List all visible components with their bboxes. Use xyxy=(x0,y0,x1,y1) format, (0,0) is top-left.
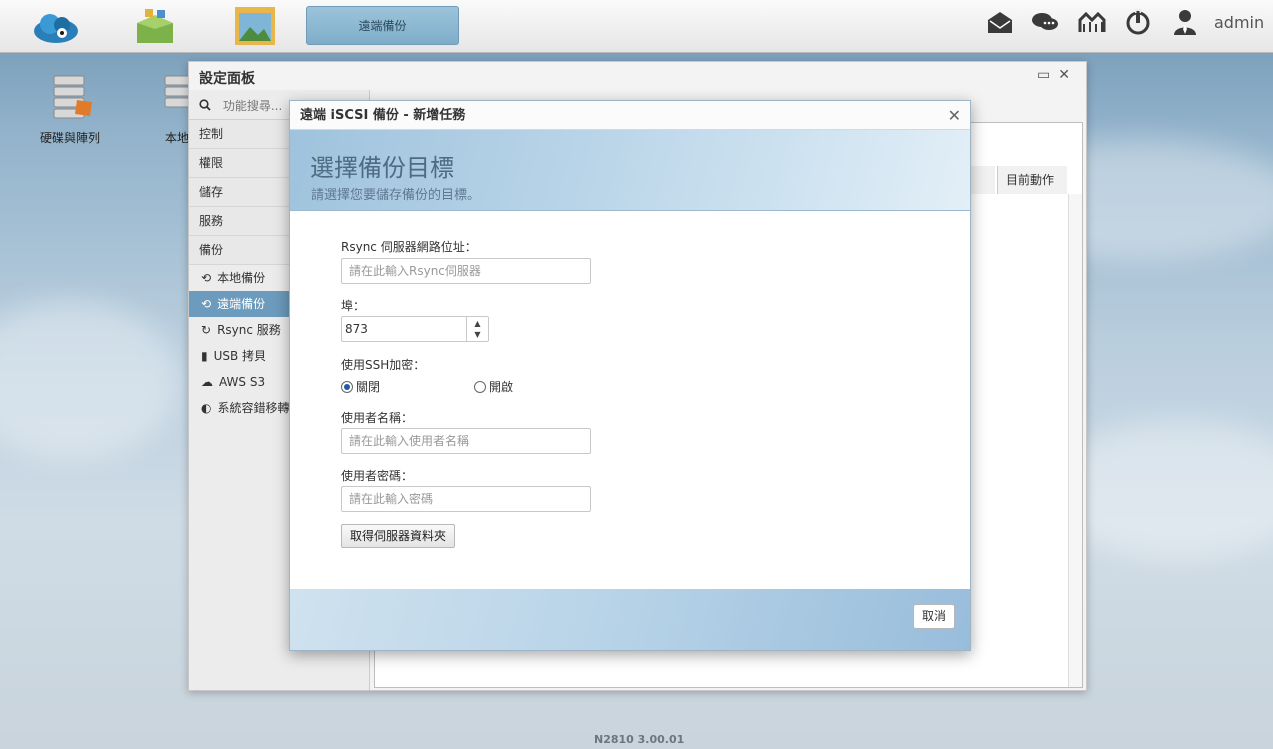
power-icon[interactable] xyxy=(1124,8,1152,36)
sidebar-item-label: 本地備份 xyxy=(217,271,266,285)
port-value: 873 xyxy=(345,322,368,336)
close-icon[interactable]: ✕ xyxy=(948,101,961,130)
window-controls: ▭✕ xyxy=(1037,67,1078,83)
get-server-folder-button[interactable]: 取得伺服器資料夾 xyxy=(341,524,456,548)
sync-icon: ↻ xyxy=(201,323,212,337)
active-task-button[interactable]: 遠端備份 xyxy=(306,6,459,45)
disk-stack-icon xyxy=(53,75,92,119)
ssh-off-radio[interactable]: 關閉 xyxy=(341,378,380,395)
backup-icon: ⟲ xyxy=(201,271,212,285)
usb-icon: ▮ xyxy=(201,349,208,363)
desktop-icon-disk-raid[interactable]: 硬碟與陣列 xyxy=(35,72,105,146)
desktop-icon-label: 硬碟與陣列 xyxy=(39,131,100,145)
radio-label: 關閉 xyxy=(356,380,381,394)
radio-unselected-icon xyxy=(474,380,486,393)
sidebar-item-label: Rsync 服務 xyxy=(217,323,281,337)
background-cloud xyxy=(0,300,180,460)
desktop-icon-local[interactable]: 本地 xyxy=(140,72,190,146)
sidebar-item-label: USB 拷貝 xyxy=(213,349,267,363)
port-label: 埠： xyxy=(341,299,366,313)
search-placeholder: 功能搜尋... xyxy=(222,99,283,113)
ssh-label: 使用SSH加密： xyxy=(341,358,426,372)
close-icon[interactable]: ✕ xyxy=(1058,67,1078,83)
step-title: 選擇備份目標 xyxy=(310,154,454,182)
port-stepper[interactable]: 873 ▲ ▼ xyxy=(341,316,489,342)
chat-icon[interactable] xyxy=(1031,8,1059,36)
search-icon xyxy=(199,99,215,113)
dialog-title-bar: 遠端 iSCSI 備份 - 新增任務 ✕ xyxy=(290,101,970,130)
dialog-banner: 選擇備份目標 請選擇您要儲存備份的目標。 xyxy=(290,130,970,211)
remote-backup-icon: ⟲ xyxy=(201,297,212,311)
ssh-radio-group: 關閉 開啟 xyxy=(341,378,591,396)
sidebar-item-label: 系統容錯移轉 xyxy=(217,401,290,415)
settings-title: 設定面板 xyxy=(199,71,255,87)
monitor-icon[interactable] xyxy=(1078,8,1106,36)
target-form: Rsync 伺服器網路位址： 請在此輸入Rsync伺服器 埠： 873 ▲ ▼ 使… xyxy=(341,238,591,548)
cloud-icon: ☁ xyxy=(201,375,213,389)
radio-label: 開啟 xyxy=(489,380,514,394)
stepper-arrows-icon[interactable]: ▲ ▼ xyxy=(466,317,488,341)
user-name[interactable]: admin xyxy=(1214,13,1264,32)
ssh-on-radio[interactable]: 開啟 xyxy=(474,378,513,395)
server-address-label: Rsync 伺服器網路位址： xyxy=(341,240,477,254)
maximize-icon[interactable]: ▭ xyxy=(1037,67,1058,83)
server-address-input[interactable]: 請在此輸入Rsync伺服器 xyxy=(341,258,591,284)
cloud-app-icon[interactable] xyxy=(32,5,80,47)
sidebar-item-label: 遠端備份 xyxy=(217,297,266,311)
dialog-footer: 取消 xyxy=(290,589,970,650)
sidebar-item-label: AWS S3 xyxy=(219,375,266,389)
dialog-title: 遠端 iSCSI 備份 - 新增任務 xyxy=(300,108,466,123)
password-label: 使用者密碼： xyxy=(341,469,414,483)
user-icon[interactable] xyxy=(1171,8,1199,36)
password-input[interactable]: 請在此輸入密碼 xyxy=(341,486,591,512)
failover-icon: ◐ xyxy=(201,401,212,415)
app-center-icon[interactable] xyxy=(131,5,179,47)
radio-selected-icon xyxy=(341,380,353,393)
version-label: N2810 3.00.01 xyxy=(594,733,685,746)
step-subtitle: 請選擇您要儲存備份的目標。 xyxy=(311,188,481,203)
username-input[interactable]: 請在此輸入使用者名稱 xyxy=(341,428,591,454)
file-manager-icon[interactable] xyxy=(232,5,280,47)
column-header-current-action[interactable]: 目前動作 xyxy=(997,166,1067,194)
mail-icon[interactable] xyxy=(986,8,1014,36)
taskbar: 遠端備份 admin xyxy=(0,0,1273,53)
disk-stack-icon xyxy=(164,75,190,108)
desktop-icon-label: 本地 xyxy=(165,131,190,145)
add-task-dialog: 遠端 iSCSI 備份 - 新增任務 ✕ 選擇備份目標 請選擇您要儲存備份的目標… xyxy=(289,100,971,651)
scrollbar[interactable] xyxy=(1068,194,1082,687)
cancel-button[interactable]: 取消 xyxy=(912,604,955,629)
username-label: 使用者名稱： xyxy=(341,411,414,425)
